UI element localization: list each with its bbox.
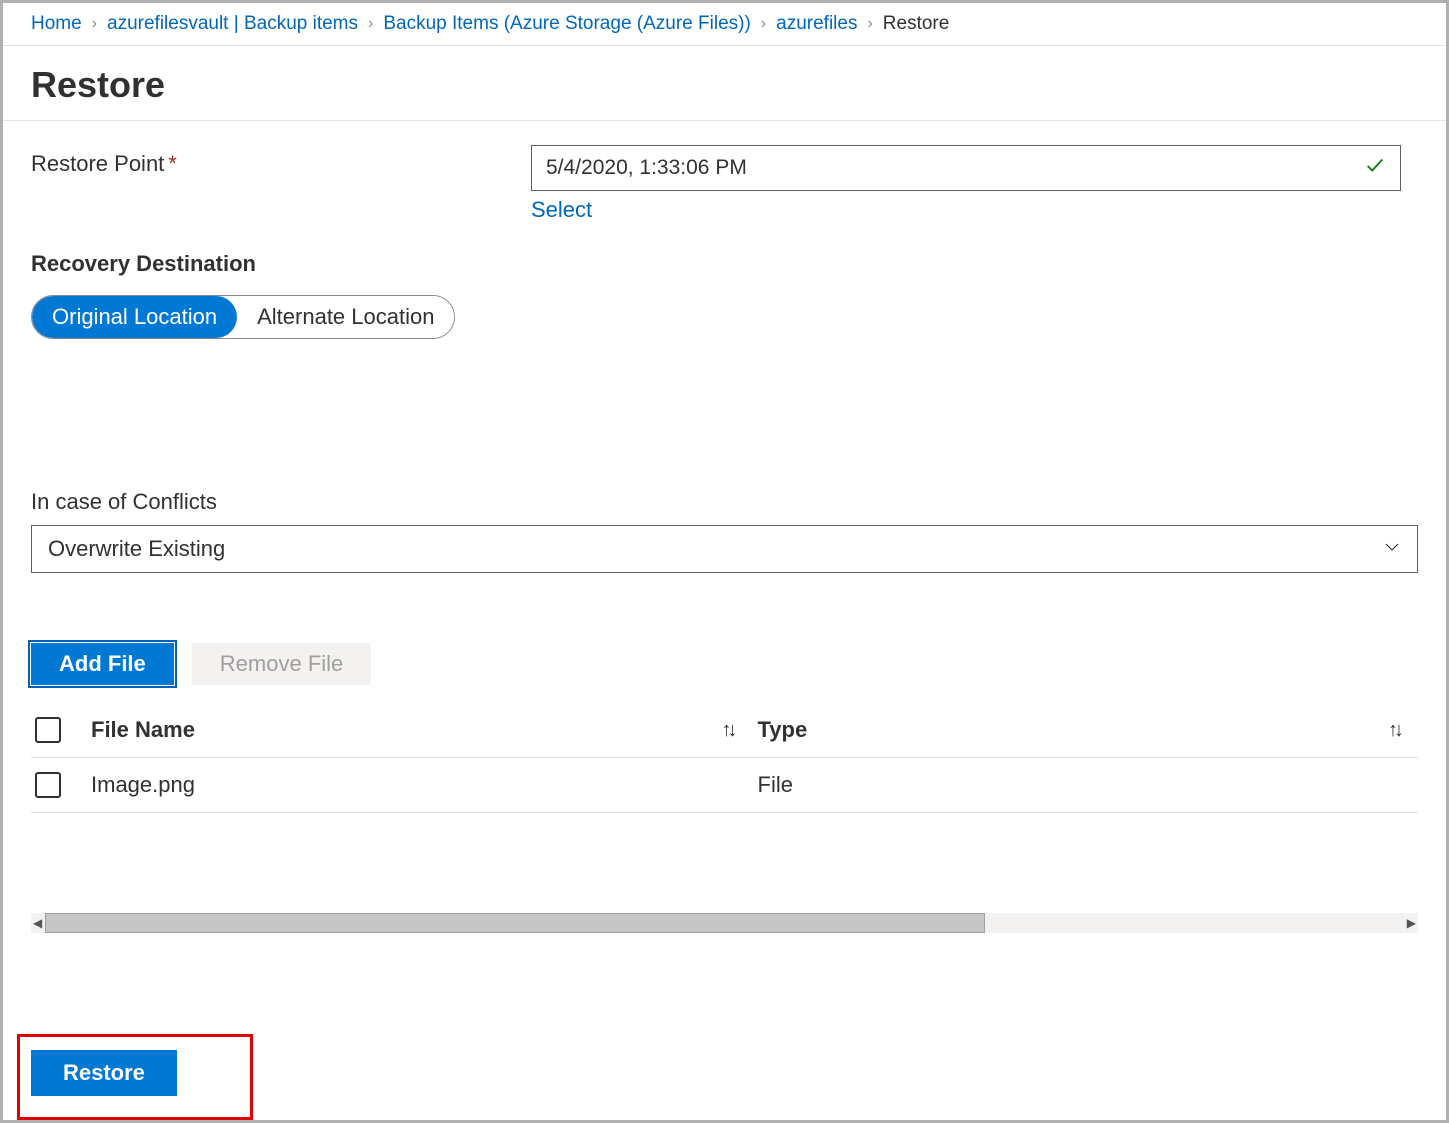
chevron-down-icon [1383, 536, 1401, 562]
row-select-cell [35, 772, 91, 798]
file-action-buttons: Add File Remove File [31, 643, 1418, 685]
scroll-right-icon[interactable]: ▶ [1407, 916, 1416, 930]
row-checkbox[interactable] [35, 772, 61, 798]
restore-point-label: Restore Point* [31, 145, 531, 177]
sort-icon: ↑↓ [1388, 719, 1400, 742]
table-row[interactable]: Image.png File [31, 758, 1418, 813]
sort-icon: ↑↓ [722, 719, 734, 742]
remove-file-button: Remove File [192, 643, 371, 685]
chevron-right-icon: › [761, 15, 766, 33]
breadcrumb: Home › azurefilesvault | Backup items › … [3, 3, 1446, 46]
required-star-icon: * [168, 151, 177, 176]
add-file-button[interactable]: Add File [31, 643, 174, 685]
table-header: File Name ↑↓ Type ↑↓ [31, 703, 1418, 758]
column-header-type-label: Type [758, 717, 808, 743]
chevron-right-icon: › [92, 15, 97, 33]
row-type: File [758, 772, 1415, 798]
original-location-pill[interactable]: Original Location [32, 296, 237, 338]
recovery-destination-label: Recovery Destination [31, 251, 1418, 277]
conflicts-label: In case of Conflicts [31, 489, 1418, 515]
column-header-filename-label: File Name [91, 717, 195, 743]
recovery-destination-toggle: Original Location Alternate Location [31, 295, 455, 339]
restore-point-value: 5/4/2020, 1:33:06 PM [546, 156, 747, 180]
breadcrumb-backup-items[interactable]: Backup Items (Azure Storage (Azure Files… [383, 13, 750, 35]
restore-point-label-text: Restore Point [31, 151, 164, 176]
conflicts-dropdown[interactable]: Overwrite Existing [31, 525, 1418, 573]
select-all-cell [35, 717, 91, 743]
breadcrumb-share[interactable]: azurefiles [776, 13, 857, 35]
restore-point-field: Restore Point* 5/4/2020, 1:33:06 PM Sele… [31, 145, 1418, 223]
breadcrumb-current: Restore [883, 13, 950, 35]
column-header-type[interactable]: Type ↑↓ [758, 717, 1415, 743]
scroll-left-icon[interactable]: ◀ [33, 916, 42, 930]
scrollbar-thumb[interactable] [45, 913, 985, 933]
conflicts-value: Overwrite Existing [48, 536, 225, 562]
column-header-filename[interactable]: File Name ↑↓ [91, 717, 758, 743]
restore-point-input[interactable]: 5/4/2020, 1:33:06 PM [531, 145, 1401, 191]
restore-button[interactable]: Restore [31, 1050, 177, 1096]
chevron-right-icon: › [867, 15, 872, 33]
breadcrumb-vault[interactable]: azurefilesvault | Backup items [107, 13, 358, 35]
checkmark-icon [1364, 154, 1386, 182]
row-filename: Image.png [91, 772, 758, 798]
content-area: Restore Point* 5/4/2020, 1:33:06 PM Sele… [3, 121, 1446, 1026]
select-all-checkbox[interactable] [35, 717, 61, 743]
breadcrumb-home[interactable]: Home [31, 13, 82, 35]
select-restore-point-link[interactable]: Select [531, 197, 592, 223]
page-title: Restore [3, 46, 1446, 121]
horizontal-scrollbar[interactable]: ◀ ▶ [31, 913, 1418, 933]
footer: Restore [3, 1026, 1446, 1120]
alternate-location-pill[interactable]: Alternate Location [237, 296, 454, 338]
chevron-right-icon: › [368, 15, 373, 33]
file-table: File Name ↑↓ Type ↑↓ Image.png File [31, 703, 1418, 813]
